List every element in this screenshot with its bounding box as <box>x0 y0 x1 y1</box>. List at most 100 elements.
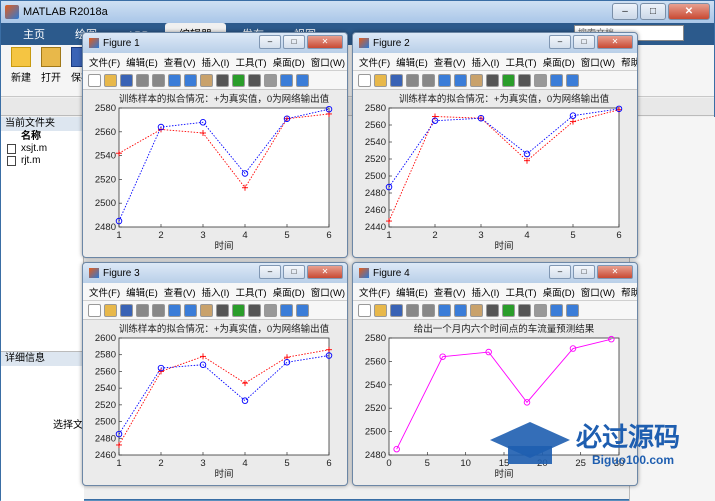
open-button[interactable]: 打开 <box>37 47 65 84</box>
brush-icon[interactable] <box>248 73 261 87</box>
open-icon[interactable] <box>374 73 387 87</box>
menu-item[interactable]: 编辑(E) <box>126 285 158 299</box>
new-figure-icon[interactable] <box>358 303 371 317</box>
pan-icon[interactable] <box>470 73 483 87</box>
tab-home[interactable]: 主页 <box>9 23 59 45</box>
figure-titlebar[interactable]: Figure 3 – □ ✕ <box>83 263 347 283</box>
close-button[interactable]: ✕ <box>597 265 633 279</box>
figure-titlebar[interactable]: Figure 4 – □ ✕ <box>353 263 637 283</box>
menu-item[interactable]: 插入(I) <box>471 285 499 299</box>
zoom-in-icon[interactable] <box>438 303 451 317</box>
minimize-button[interactable]: – <box>549 35 571 49</box>
colorbar-icon[interactable] <box>280 73 293 87</box>
save-icon[interactable] <box>390 303 403 317</box>
menu-item[interactable]: 桌面(D) <box>543 55 575 69</box>
menu-item[interactable]: 桌面(D) <box>273 55 305 69</box>
menu-item[interactable]: 插入(I) <box>471 55 499 69</box>
legend-icon[interactable] <box>566 73 579 87</box>
zoom-in-icon[interactable] <box>168 303 181 317</box>
menu-item[interactable]: 查看(V) <box>434 55 466 69</box>
minimize-button[interactable]: – <box>259 35 281 49</box>
file-item[interactable]: rjt.m <box>1 155 83 167</box>
menu-item[interactable]: 查看(V) <box>434 285 466 299</box>
minimize-button[interactable]: – <box>259 265 281 279</box>
maximize-button[interactable]: □ <box>573 265 595 279</box>
menu-item[interactable]: 窗口(W) <box>581 55 615 69</box>
menu-item[interactable]: 文件(F) <box>89 55 120 69</box>
menu-item[interactable]: 编辑(E) <box>126 55 158 69</box>
maximize-button[interactable]: □ <box>283 265 305 279</box>
menu-item[interactable]: 窗口(W) <box>581 285 615 299</box>
pan-icon[interactable] <box>200 73 213 87</box>
menu-item[interactable]: 编辑(E) <box>396 55 428 69</box>
arrow-icon[interactable] <box>152 73 165 87</box>
menu-item[interactable]: 文件(F) <box>359 55 390 69</box>
legend-icon[interactable] <box>296 73 309 87</box>
menu-item[interactable]: 文件(F) <box>89 285 120 299</box>
open-icon[interactable] <box>104 303 117 317</box>
rotate-icon[interactable] <box>486 303 499 317</box>
arrow-icon[interactable] <box>152 303 165 317</box>
brush-icon[interactable] <box>518 73 531 87</box>
figure-titlebar[interactable]: Figure 1 – □ ✕ <box>83 33 347 53</box>
brush-icon[interactable] <box>518 303 531 317</box>
zoom-in-icon[interactable] <box>168 73 181 87</box>
data-cursor-icon[interactable] <box>502 303 515 317</box>
menu-item[interactable]: 桌面(D) <box>543 285 575 299</box>
menu-item[interactable]: 插入(I) <box>201 55 229 69</box>
close-button[interactable]: ✕ <box>307 265 343 279</box>
menu-item[interactable]: 编辑(E) <box>396 285 428 299</box>
menu-item[interactable]: 桌面(D) <box>273 285 305 299</box>
print-icon[interactable] <box>406 73 419 87</box>
maximize-button[interactable]: □ <box>573 35 595 49</box>
pan-icon[interactable] <box>470 303 483 317</box>
menu-item[interactable]: 工具(T) <box>505 55 536 69</box>
new-figure-icon[interactable] <box>88 73 101 87</box>
figure-titlebar[interactable]: Figure 2 – □ ✕ <box>353 33 637 53</box>
zoom-out-icon[interactable] <box>184 303 197 317</box>
colorbar-icon[interactable] <box>550 303 563 317</box>
legend-icon[interactable] <box>296 303 309 317</box>
save-icon[interactable] <box>120 303 133 317</box>
menu-item[interactable]: 工具(T) <box>505 285 536 299</box>
open-icon[interactable] <box>104 73 117 87</box>
menu-item[interactable]: 帮助(H) <box>621 55 637 69</box>
menu-item[interactable]: 窗口(W) <box>311 55 345 69</box>
menu-item[interactable]: 窗口(W) <box>311 285 345 299</box>
print-icon[interactable] <box>406 303 419 317</box>
rotate-icon[interactable] <box>216 73 229 87</box>
link-icon[interactable] <box>264 73 277 87</box>
rotate-icon[interactable] <box>486 73 499 87</box>
arrow-icon[interactable] <box>422 303 435 317</box>
data-cursor-icon[interactable] <box>502 73 515 87</box>
name-column-header[interactable]: 名称 <box>1 131 83 143</box>
menu-item[interactable]: 工具(T) <box>235 285 266 299</box>
new-button[interactable]: 新建 <box>7 47 35 84</box>
link-icon[interactable] <box>534 73 547 87</box>
minimize-button[interactable]: – <box>549 265 571 279</box>
print-icon[interactable] <box>136 73 149 87</box>
new-figure-icon[interactable] <box>88 303 101 317</box>
file-item[interactable]: xsjt.m <box>1 143 83 155</box>
maximize-button[interactable]: □ <box>640 3 666 20</box>
rotate-icon[interactable] <box>216 303 229 317</box>
maximize-button[interactable]: □ <box>283 35 305 49</box>
arrow-icon[interactable] <box>422 73 435 87</box>
colorbar-icon[interactable] <box>550 73 563 87</box>
close-button[interactable]: ✕ <box>307 35 343 49</box>
data-cursor-icon[interactable] <box>232 73 245 87</box>
save-icon[interactable] <box>390 73 403 87</box>
close-button[interactable]: ✕ <box>597 35 633 49</box>
pan-icon[interactable] <box>200 303 213 317</box>
minimize-button[interactable]: – <box>612 3 638 20</box>
menu-item[interactable]: 插入(I) <box>201 285 229 299</box>
open-icon[interactable] <box>374 303 387 317</box>
zoom-in-icon[interactable] <box>438 73 451 87</box>
zoom-out-icon[interactable] <box>454 73 467 87</box>
menu-item[interactable]: 文件(F) <box>359 285 390 299</box>
colorbar-icon[interactable] <box>280 303 293 317</box>
data-cursor-icon[interactable] <box>232 303 245 317</box>
print-icon[interactable] <box>136 303 149 317</box>
link-icon[interactable] <box>264 303 277 317</box>
link-icon[interactable] <box>534 303 547 317</box>
